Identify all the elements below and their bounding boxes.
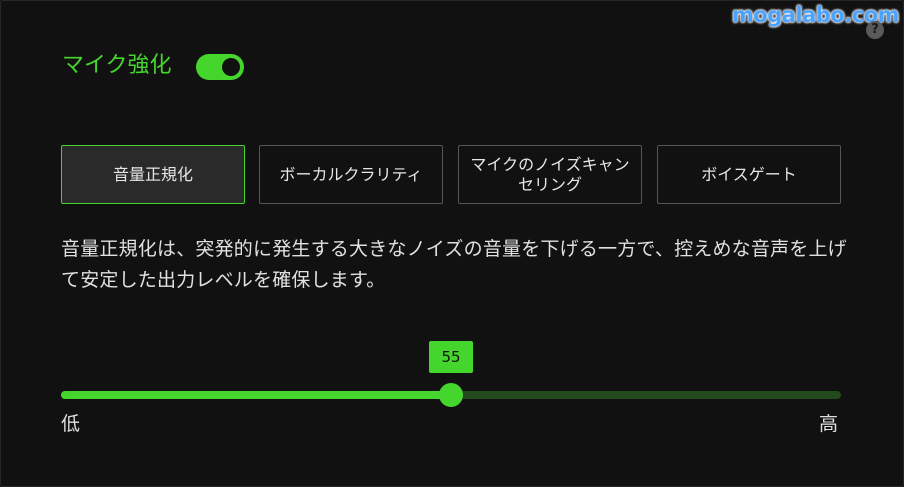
level-slider[interactable] <box>61 383 841 407</box>
slider-value-tooltip: 55 <box>429 341 473 373</box>
mic-enhancement-panel: mogalabo.com ? マイク強化 音量正規化 ボーカルクラリティ マイク… <box>0 0 904 487</box>
question-icon[interactable]: ? <box>866 21 884 39</box>
tab-mic-noise-cancelling[interactable]: マイクのノイズキャンセリング <box>458 145 642 204</box>
slider-high-label: 高 <box>819 413 839 435</box>
mode-description: 音量正規化は、突発的に発生する大きなノイズの音量を下げる一方で、控えめな音声を上… <box>61 238 847 291</box>
tab-volume-normalization[interactable]: 音量正規化 <box>61 145 245 204</box>
tab-label: 音量正規化 <box>112 164 193 184</box>
panel-title: マイク強化 <box>62 53 172 78</box>
slider-fill <box>61 391 451 399</box>
tab-label: ボイスゲート <box>701 164 797 184</box>
tab-vocal-clarity[interactable]: ボーカルクラリティ <box>259 145 443 204</box>
tab-label: マイクのノイズキャンセリング <box>470 154 630 194</box>
toggle-knob <box>222 58 240 76</box>
slider-low-label: 低 <box>61 413 81 435</box>
mic-enhancement-toggle[interactable] <box>196 54 244 80</box>
tab-voice-gate[interactable]: ボイスゲート <box>657 145 841 204</box>
mode-tabs: 音量正規化 ボーカルクラリティ マイクのノイズキャンセリング ボイスゲート <box>61 145 841 204</box>
slider-thumb[interactable] <box>439 383 463 407</box>
tab-label: ボーカルクラリティ <box>279 164 423 184</box>
